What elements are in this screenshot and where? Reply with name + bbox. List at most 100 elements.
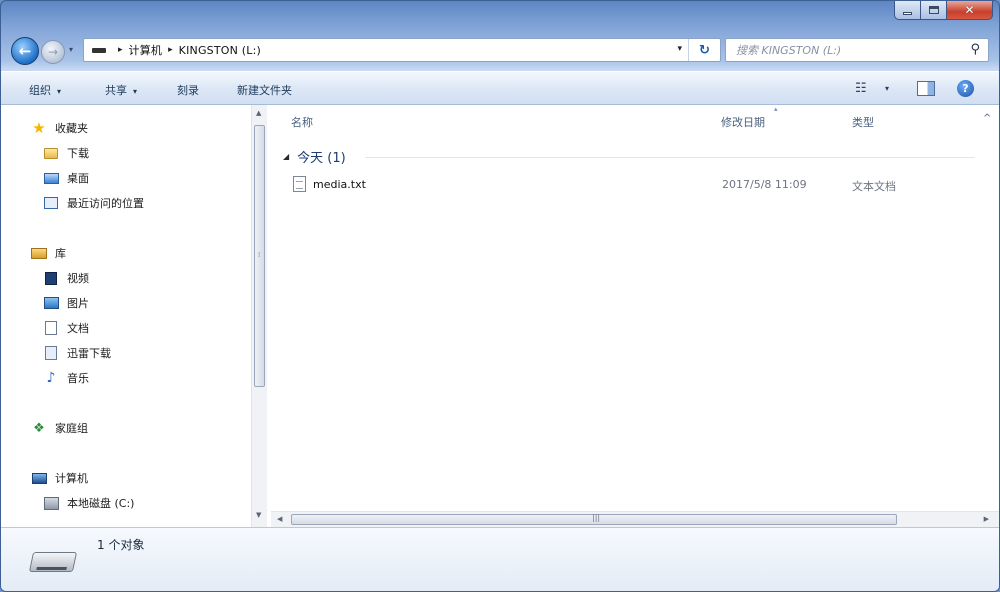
forward-button[interactable]: → [41, 40, 65, 64]
library-icon [31, 245, 47, 261]
sidebar-item-homegroup[interactable]: ❖ 家庭组 [31, 419, 88, 437]
sidebar-item-label: 家庭组 [55, 422, 88, 435]
sidebar-item-recent-places[interactable]: 最近访问的位置 [43, 194, 144, 212]
navigation-pane: ★ 收藏夹 下载 桌面 最近访问的位置 库 视频 图片 文档 迅雷下载 ♪ 音乐 ❖… [1, 105, 267, 527]
sidebar-item-label: 桌面 [67, 172, 89, 185]
column-more-icon[interactable]: ^ [983, 113, 991, 124]
explorer-body: ★ 收藏夹 下载 桌面 最近访问的位置 库 视频 图片 文档 迅雷下载 ♪ 音乐 ❖… [1, 105, 999, 527]
computer-icon [31, 470, 47, 486]
horizontal-scroll-thumb[interactable]: ||| [291, 513, 897, 525]
group-divider [365, 157, 975, 158]
file-modified-date: 2017/5/8 11:09 [722, 178, 807, 191]
burn-button[interactable]: 刻录 [177, 82, 199, 98]
refresh-icon: ↻ [699, 42, 710, 58]
horizontal-scrollbar[interactable]: ◀ ||| ▶ [271, 511, 999, 527]
sidebar-item-label: 图片 [67, 297, 89, 310]
scroll-down-icon[interactable]: ▼ [256, 511, 261, 519]
chevron-down-icon: ▾ [57, 87, 62, 96]
sidebar-item-desktop[interactable]: 桌面 [43, 169, 89, 187]
search-box[interactable]: 搜索 KINGSTON (L:) ⚲ [725, 38, 989, 62]
refresh-button[interactable]: ↻ [688, 39, 720, 61]
sidebar-item-videos[interactable]: 视频 [43, 269, 89, 287]
address-bar[interactable]: ▸ 计算机 ▸ KINGSTON (L:) ▾ ↻ [83, 38, 721, 62]
collapse-triangle-icon: ◢ [283, 152, 290, 161]
recent-places-icon [43, 195, 59, 211]
arrow-right-icon: → [47, 45, 59, 59]
desktop-icon [43, 170, 59, 186]
share-label: 共享 [105, 84, 127, 97]
scroll-up-icon[interactable]: ▲ [256, 109, 261, 117]
drive-icon [92, 47, 106, 53]
minimize-icon [903, 11, 912, 15]
view-chevron-down-icon[interactable]: ▾ [885, 84, 889, 93]
sidebar-item-local-disk-c[interactable]: 本地磁盘 (C:) [43, 494, 134, 512]
breadcrumb-computer[interactable]: 计算机 [129, 42, 163, 58]
homegroup-icon: ❖ [33, 420, 45, 436]
sidebar-item-label: 库 [55, 247, 66, 260]
navigation-bar: ← → ▾ ▸ 计算机 ▸ KINGSTON (L:) ▾ ↻ 搜索 KINGS… [1, 31, 999, 67]
grip-icon: ⁞ [258, 251, 261, 259]
sidebar-item-favorites[interactable]: ★ 收藏夹 [31, 119, 88, 137]
organize-button[interactable]: 组织 ▾ [29, 82, 61, 98]
search-icon[interactable]: ⚲ [970, 42, 980, 57]
scroll-left-icon[interactable]: ◀ [277, 515, 282, 523]
new-folder-button[interactable]: 新建文件夹 [237, 82, 292, 98]
share-button[interactable]: 共享 ▾ [105, 82, 137, 98]
sidebar-item-downloads[interactable]: 下载 [43, 144, 89, 162]
group-label: 今天 (1) [297, 151, 346, 166]
sidebar-item-label: 文档 [67, 322, 89, 335]
navigation-scroll-thumb[interactable]: ⁞ [254, 125, 265, 387]
chevron-down-icon: ▾ [133, 87, 138, 96]
group-header-today[interactable]: ◢ 今天 (1) [283, 147, 346, 166]
downloads-folder-icon [43, 145, 59, 161]
column-header-name[interactable]: 名称 [291, 114, 313, 130]
preview-pane-icon[interactable] [917, 81, 935, 96]
explorer-window: ✕ ← → ▾ ▸ 计算机 ▸ KINGSTON (L:) ▾ ↻ 搜索 KIN… [0, 0, 1000, 592]
column-header-date[interactable]: 修改日期 [721, 114, 765, 130]
back-button[interactable]: ← [11, 37, 39, 65]
star-icon: ★ [32, 119, 46, 137]
scroll-right-icon[interactable]: ▶ [984, 515, 989, 523]
sidebar-item-pictures[interactable]: 图片 [43, 294, 89, 312]
item-count: 1 个对象 [97, 538, 145, 552]
sidebar-item-label: 下载 [67, 147, 89, 160]
sidebar-item-label: 迅雷下载 [67, 347, 111, 360]
music-note-icon: ♪ [46, 370, 56, 386]
recent-pages-chevron-down-icon[interactable]: ▾ [69, 45, 73, 54]
search-input[interactable]: 搜索 KINGSTON (L:) [736, 42, 841, 58]
command-bar: 组织 ▾ 共享 ▾ 刻录 新建文件夹 ☷ ▾ ? [1, 71, 999, 105]
file-type: 文本文档 [852, 180, 896, 193]
navigation-scrollbar[interactable]: ▲ ⁞ ▼ [251, 105, 267, 527]
usb-drive-icon [28, 552, 78, 572]
sidebar-item-music[interactable]: ♪ 音乐 [43, 369, 89, 387]
breadcrumb-separator-icon[interactable]: ▸ [168, 45, 173, 55]
grip-icon: ||| [592, 513, 601, 522]
close-icon: ✕ [964, 3, 975, 17]
address-dropdown-chevron-down-icon[interactable]: ▾ [677, 44, 682, 54]
sort-arrow-icon: ▴ [774, 105, 778, 113]
sidebar-item-label: 音乐 [67, 372, 89, 385]
sidebar-item-label: 计算机 [55, 472, 88, 485]
sidebar-item-label: 视频 [67, 272, 89, 285]
maximize-button[interactable] [921, 1, 947, 20]
help-icon[interactable]: ? [957, 80, 974, 97]
pictures-icon [43, 295, 59, 311]
maximize-icon [928, 6, 939, 14]
view-options-icon[interactable]: ☷ [855, 81, 867, 96]
sidebar-item-libraries[interactable]: 库 [31, 244, 66, 262]
sidebar-item-thunder-downloads[interactable]: 迅雷下载 [43, 344, 111, 362]
document-icon [43, 320, 59, 336]
column-header-type[interactable]: 类型 [852, 114, 874, 130]
details-pane: 1 个对象 [1, 527, 999, 591]
close-button[interactable]: ✕ [947, 1, 993, 20]
breadcrumb-kingston[interactable]: KINGSTON (L:) [179, 44, 261, 57]
sidebar-item-computer[interactable]: 计算机 [31, 469, 88, 487]
sidebar-item-label: 本地磁盘 (C:) [67, 497, 135, 510]
minimize-button[interactable] [894, 1, 921, 20]
breadcrumb-separator-icon[interactable]: ▸ [118, 45, 123, 55]
arrow-left-icon: ← [18, 42, 32, 60]
organize-label: 组织 [29, 84, 51, 97]
file-name: media.txt [313, 178, 366, 191]
sidebar-item-documents[interactable]: 文档 [43, 319, 89, 337]
file-row-media-txt[interactable]: media.txt 2017/5/8 11:09 文本文档 [291, 175, 981, 195]
